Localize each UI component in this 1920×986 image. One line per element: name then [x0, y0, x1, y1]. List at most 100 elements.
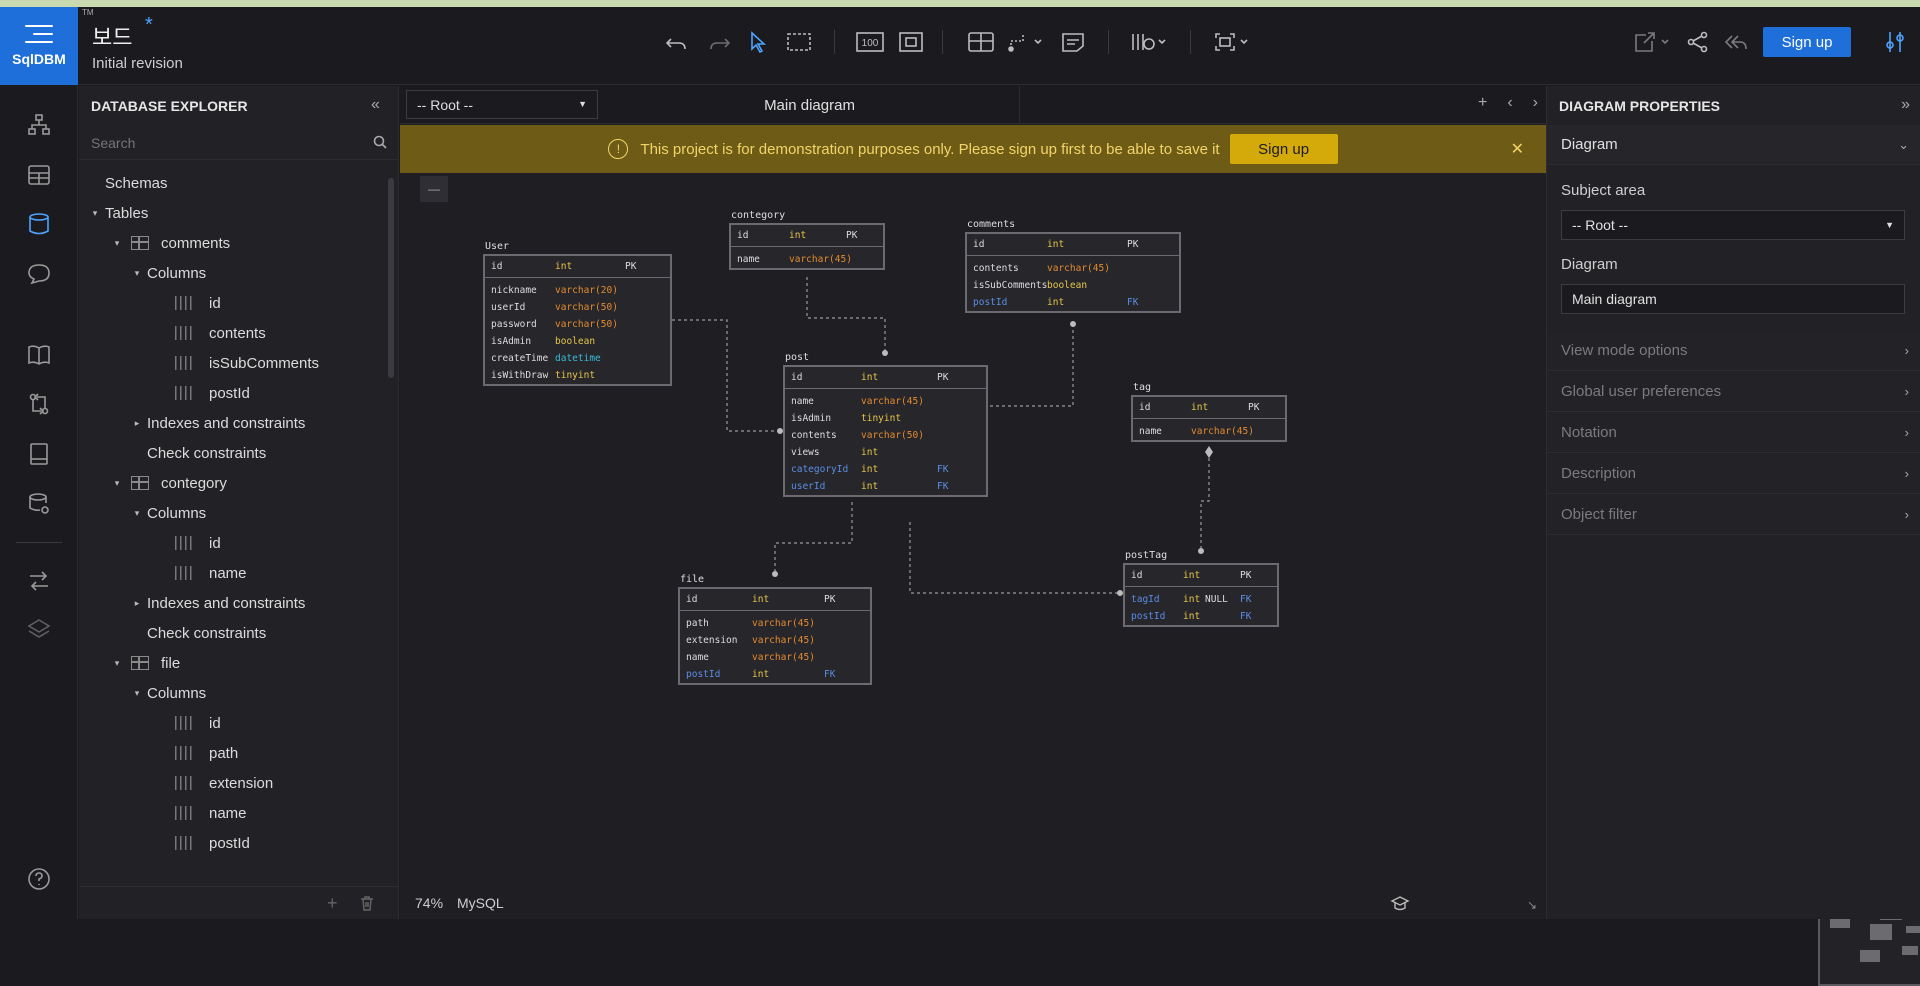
tree-item[interactable]: Check constraints — [79, 438, 389, 468]
signup-button[interactable]: Sign up — [1763, 27, 1851, 57]
tables-icon[interactable] — [24, 160, 54, 190]
column-row[interactable]: tagId int NULL FK — [1125, 591, 1277, 608]
comments-icon[interactable] — [24, 259, 54, 289]
notes-icon[interactable] — [24, 439, 54, 469]
help-icon[interactable] — [24, 864, 54, 894]
diagram-tree-icon[interactable] — [24, 110, 54, 140]
pk-row[interactable]: id int PK — [731, 225, 883, 247]
column-row[interactable]: isWithDraw tinyint — [485, 367, 670, 384]
trash-icon[interactable] — [359, 895, 375, 914]
search-icon[interactable] — [373, 135, 387, 152]
fit-screen-icon[interactable] — [896, 28, 926, 56]
view-options-icon[interactable] — [1128, 28, 1172, 56]
layout-icon[interactable] — [1212, 28, 1256, 56]
caret-down-icon[interactable]: ▾ — [131, 268, 143, 279]
tree-item[interactable]: ▾ Columns — [79, 498, 389, 528]
pk-row[interactable]: id int PK — [1133, 397, 1285, 419]
collapse-panel-icon[interactable]: » — [1901, 96, 1910, 114]
column-row[interactable]: postId int FK — [967, 294, 1179, 311]
revision-label[interactable]: Initial revision — [92, 55, 183, 72]
zoom-100-button[interactable]: 100 — [855, 28, 885, 56]
column-row[interactable]: isAdmin tinyint — [785, 410, 986, 427]
tree-item[interactable]: Check constraints — [79, 618, 389, 648]
entity-post[interactable]: post id int PK name varchar(45) isAdmin tinyint… — [783, 352, 988, 497]
caret-down-icon[interactable]: ▾ — [131, 688, 143, 699]
tree-item[interactable]: extension — [79, 768, 389, 798]
column-row[interactable]: postId int FK — [1125, 608, 1277, 625]
column-row[interactable]: name varchar(45) — [731, 251, 883, 268]
tree-item[interactable]: Schemas — [79, 168, 389, 198]
column-row[interactable]: userId int FK — [785, 478, 986, 495]
column-row[interactable]: createTime datetime — [485, 350, 670, 367]
tree-item[interactable]: id — [79, 288, 389, 318]
section-notation[interactable]: Notation › — [1547, 413, 1920, 453]
project-title[interactable]: 보드 — [92, 20, 132, 52]
column-row[interactable]: name varchar(45) — [785, 393, 986, 410]
tree-item[interactable]: id — [79, 528, 389, 558]
pk-row[interactable]: id int PK — [967, 234, 1179, 256]
database-settings-icon[interactable] — [24, 489, 54, 519]
column-row[interactable]: nickname varchar(20) — [485, 282, 670, 299]
section-global-user-preferences[interactable]: Global user preferences › — [1547, 372, 1920, 412]
caret-down-icon[interactable]: ▾ — [111, 658, 123, 669]
tree-item[interactable]: postId — [79, 828, 389, 858]
tree-item[interactable]: ▾ contegory — [79, 468, 389, 498]
undo-icon[interactable] — [662, 28, 692, 56]
column-row[interactable]: userId varchar(50) — [485, 299, 670, 316]
entity-tag[interactable]: tag id int PK name varchar(45) — [1131, 382, 1287, 442]
pk-row[interactable]: id int PK — [785, 367, 986, 389]
column-row[interactable]: contents varchar(45) — [967, 260, 1179, 277]
reply-all-icon[interactable] — [1721, 28, 1751, 56]
column-row[interactable]: isSubComments boolean — [967, 277, 1179, 294]
caret-down-icon[interactable]: ▾ — [111, 238, 123, 249]
subject-area-dropdown[interactable]: -- Root -- ▼ — [1561, 210, 1905, 240]
relationship-icon[interactable] — [1006, 28, 1046, 56]
documentation-icon[interactable] — [24, 340, 54, 370]
add-table-icon[interactable] — [966, 28, 996, 56]
explorer-scrollbar[interactable] — [388, 178, 394, 378]
tree-item[interactable]: ▾ comments — [79, 228, 389, 258]
learn-icon[interactable] — [1390, 894, 1410, 915]
tree-item[interactable]: name — [79, 558, 389, 588]
entity-postTag[interactable]: postTag id int PK tagId int NULL FK postId int FK — [1123, 550, 1279, 627]
column-row[interactable]: path varchar(45) — [680, 615, 870, 632]
tree-item[interactable]: ▾ Columns — [79, 258, 389, 288]
tree-item[interactable]: path — [79, 738, 389, 768]
caret-right-icon[interactable]: ▸ — [131, 598, 143, 609]
diagram-canvas[interactable]: -- Root -- ▼ Main diagram + ‹ › ! This pr… — [400, 86, 1920, 986]
column-row[interactable]: name varchar(45) — [1133, 423, 1285, 440]
resize-icon[interactable]: ↘ — [1527, 898, 1537, 912]
add-icon[interactable]: + — [327, 893, 338, 914]
forward-engineer-icon[interactable] — [24, 566, 54, 596]
column-row[interactable]: categoryId int FK — [785, 461, 986, 478]
settings-sliders-icon[interactable] — [1880, 28, 1910, 56]
tree-item[interactable]: ▾ Tables — [79, 198, 389, 228]
column-row[interactable]: views int — [785, 444, 986, 461]
tree-item[interactable]: name — [79, 798, 389, 828]
caret-down-icon[interactable]: ▾ — [89, 208, 101, 219]
column-row[interactable]: extension varchar(45) — [680, 632, 870, 649]
column-row[interactable]: name varchar(45) — [680, 649, 870, 666]
diagram-name-input[interactable]: Main diagram — [1561, 284, 1905, 314]
tree-item[interactable]: isSubComments — [79, 348, 389, 378]
column-row[interactable]: postId int FK — [680, 666, 870, 683]
entity-user[interactable]: User id int PK nickname varchar(20) userId varc… — [483, 241, 672, 386]
entity-contegory[interactable]: contegory id int PK name varchar(45) — [729, 210, 885, 270]
search-input[interactable] — [79, 126, 349, 160]
redo-icon[interactable] — [704, 28, 734, 56]
tree-item[interactable]: ▾ file — [79, 648, 389, 678]
pk-row[interactable]: id int PK — [485, 256, 670, 278]
tree-item[interactable]: ▸ Indexes and constraints — [79, 408, 389, 438]
entity-file[interactable]: file id int PK path varchar(45) extension varch… — [678, 574, 872, 685]
tree-item[interactable]: id — [79, 708, 389, 738]
zoom-level[interactable]: 74% — [415, 895, 443, 911]
share-icon[interactable] — [1683, 28, 1713, 56]
section-object-filter[interactable]: Object filter › — [1547, 495, 1920, 535]
app-logo[interactable]: SqlDBM — [0, 7, 78, 85]
collapse-panel-icon[interactable]: « — [371, 96, 380, 114]
entity-comments[interactable]: comments id int PK contents varchar(45) isSubC… — [965, 219, 1181, 313]
caret-down-icon[interactable]: ▾ — [111, 478, 123, 489]
tree-item[interactable]: contents — [79, 318, 389, 348]
pk-row[interactable]: id int PK — [1125, 565, 1277, 587]
section-view-mode-options[interactable]: View mode options › — [1547, 331, 1920, 371]
